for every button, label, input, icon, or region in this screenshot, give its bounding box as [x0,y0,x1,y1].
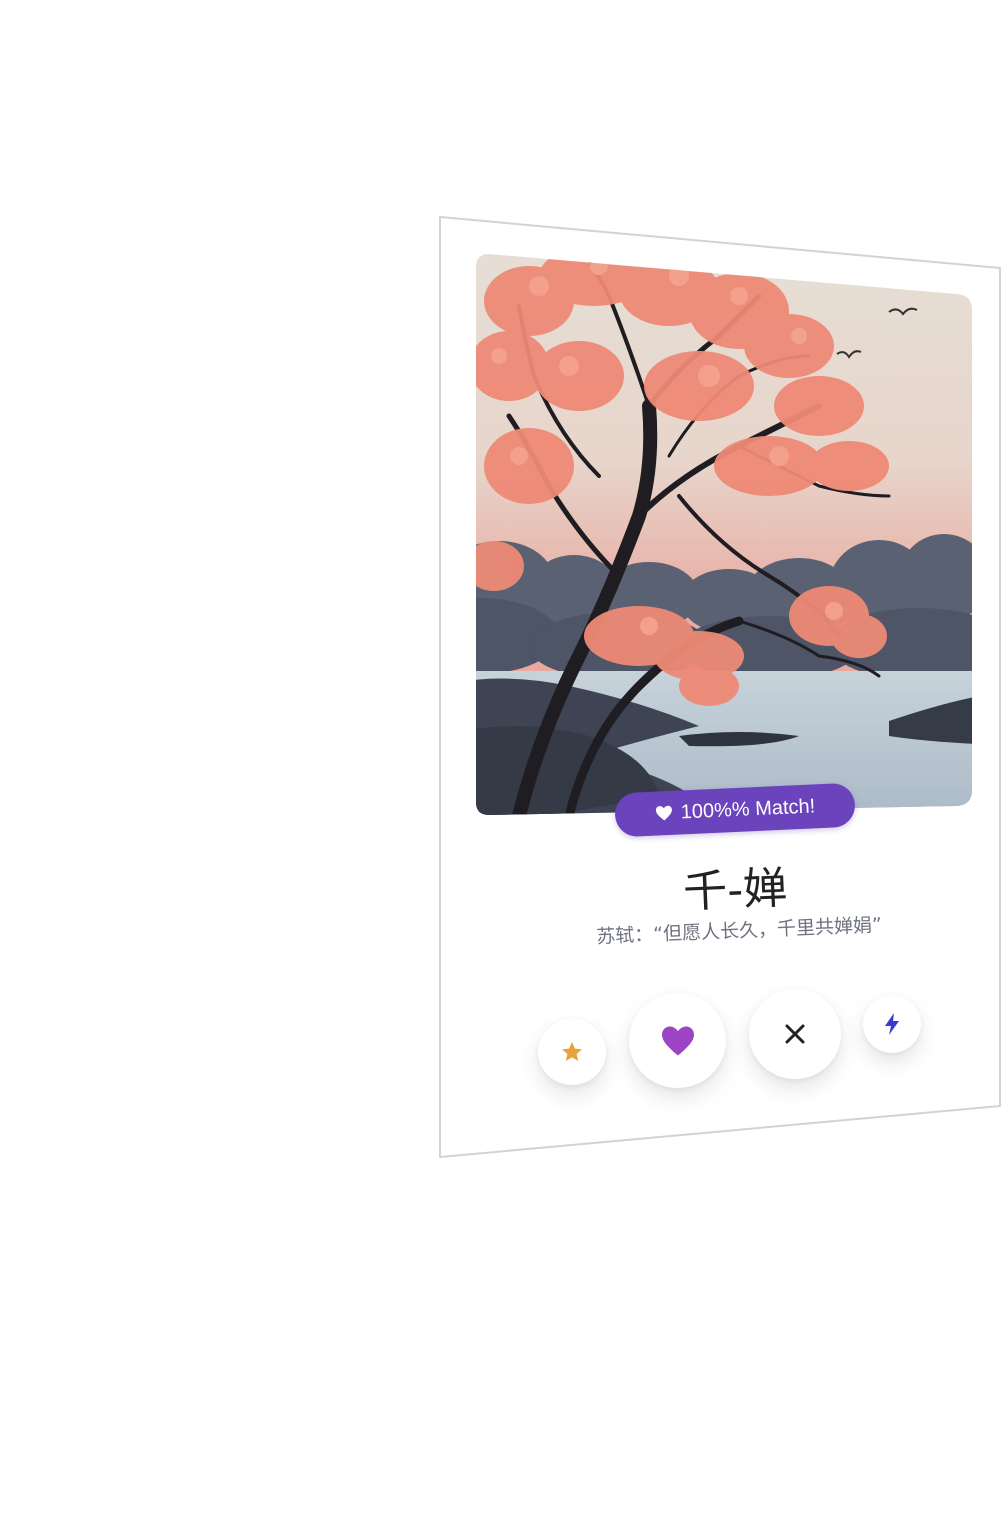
profile-card[interactable]: 100%% Match! 千-婵 苏轼：“但愿人长久，千里共婵娟” [439,216,1001,1158]
profile-name: 千-婵 [682,862,789,919]
super-like-button[interactable] [538,1019,606,1085]
nope-button[interactable] [749,989,841,1079]
match-label: 100%% Match! [680,794,816,823]
heart-icon [655,805,672,821]
app-screen: 100%% Match! 千-婵 苏轼：“但愿人长久，千里共婵娟” [0,0,1004,1523]
heart-icon [661,1025,694,1056]
boost-button[interactable] [863,995,921,1053]
like-button[interactable] [629,993,726,1088]
lightning-icon [885,1013,899,1035]
close-icon [785,1024,805,1044]
star-icon [562,1042,582,1061]
